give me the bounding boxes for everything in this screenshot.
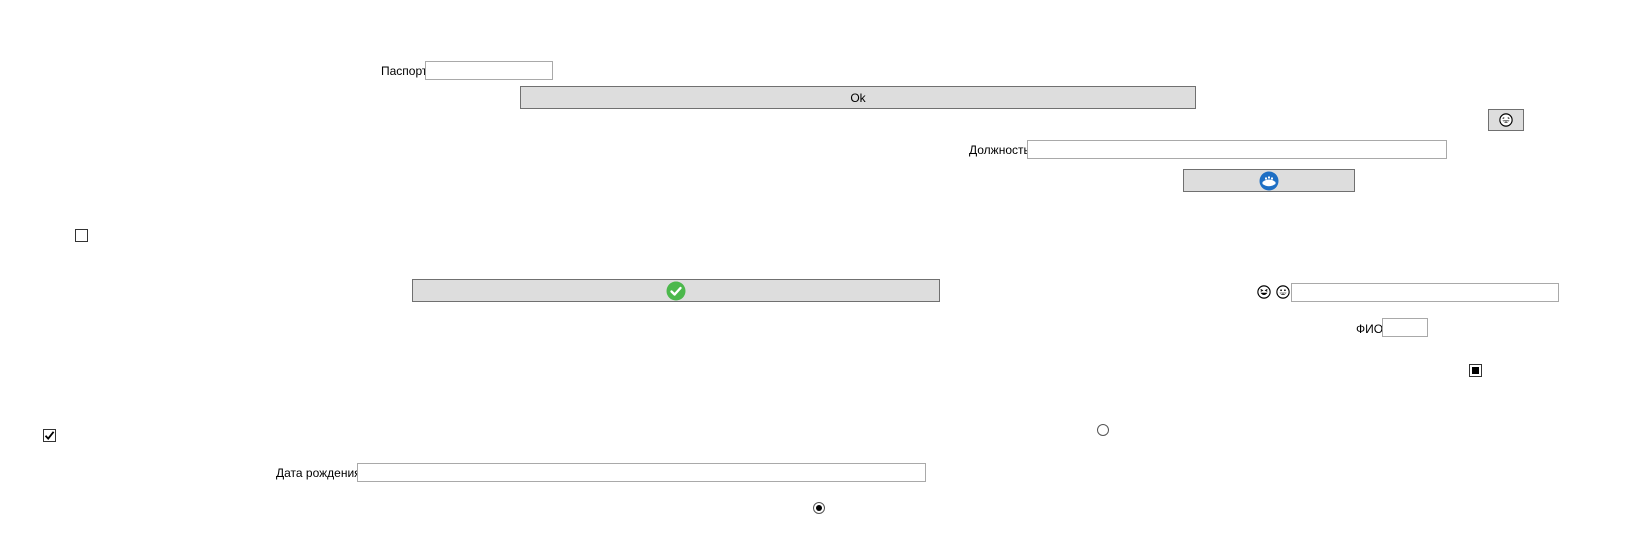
birth-date-input[interactable] [357,463,926,482]
checkbox-top-left[interactable] [75,229,88,242]
radio-dot [816,505,822,511]
ok-button-label: Ok [850,90,866,105]
emoji-text-input[interactable] [1291,283,1559,302]
grinning-face-icon [1499,113,1513,127]
checkbox-right[interactable] [1469,364,1482,377]
grinning-face-icon [1276,285,1290,299]
radio-bottom[interactable] [813,502,825,514]
checkmark-icon [44,431,55,440]
checkbox-bottom-left[interactable] [43,429,56,442]
radio-right[interactable] [1097,424,1109,436]
fio-label: ФИО [1356,322,1384,336]
green-check-icon [666,281,686,300]
passport-input[interactable] [425,61,553,80]
position-label: Должность [969,143,1030,157]
fio-input[interactable] [1382,318,1428,337]
grinning-squint-face-icon [1257,285,1271,299]
birth-date-label: Дата рождения [276,466,361,480]
green-check-button[interactable] [412,279,940,302]
indeterminate-mark [1472,367,1479,374]
blue-icon-button[interactable] [1183,169,1355,192]
smiley-button[interactable] [1488,109,1524,131]
passport-label: Паспорт [381,64,428,78]
position-input[interactable] [1027,140,1447,159]
blue-badge-icon [1259,171,1279,190]
ok-button[interactable]: Ok [520,86,1196,109]
